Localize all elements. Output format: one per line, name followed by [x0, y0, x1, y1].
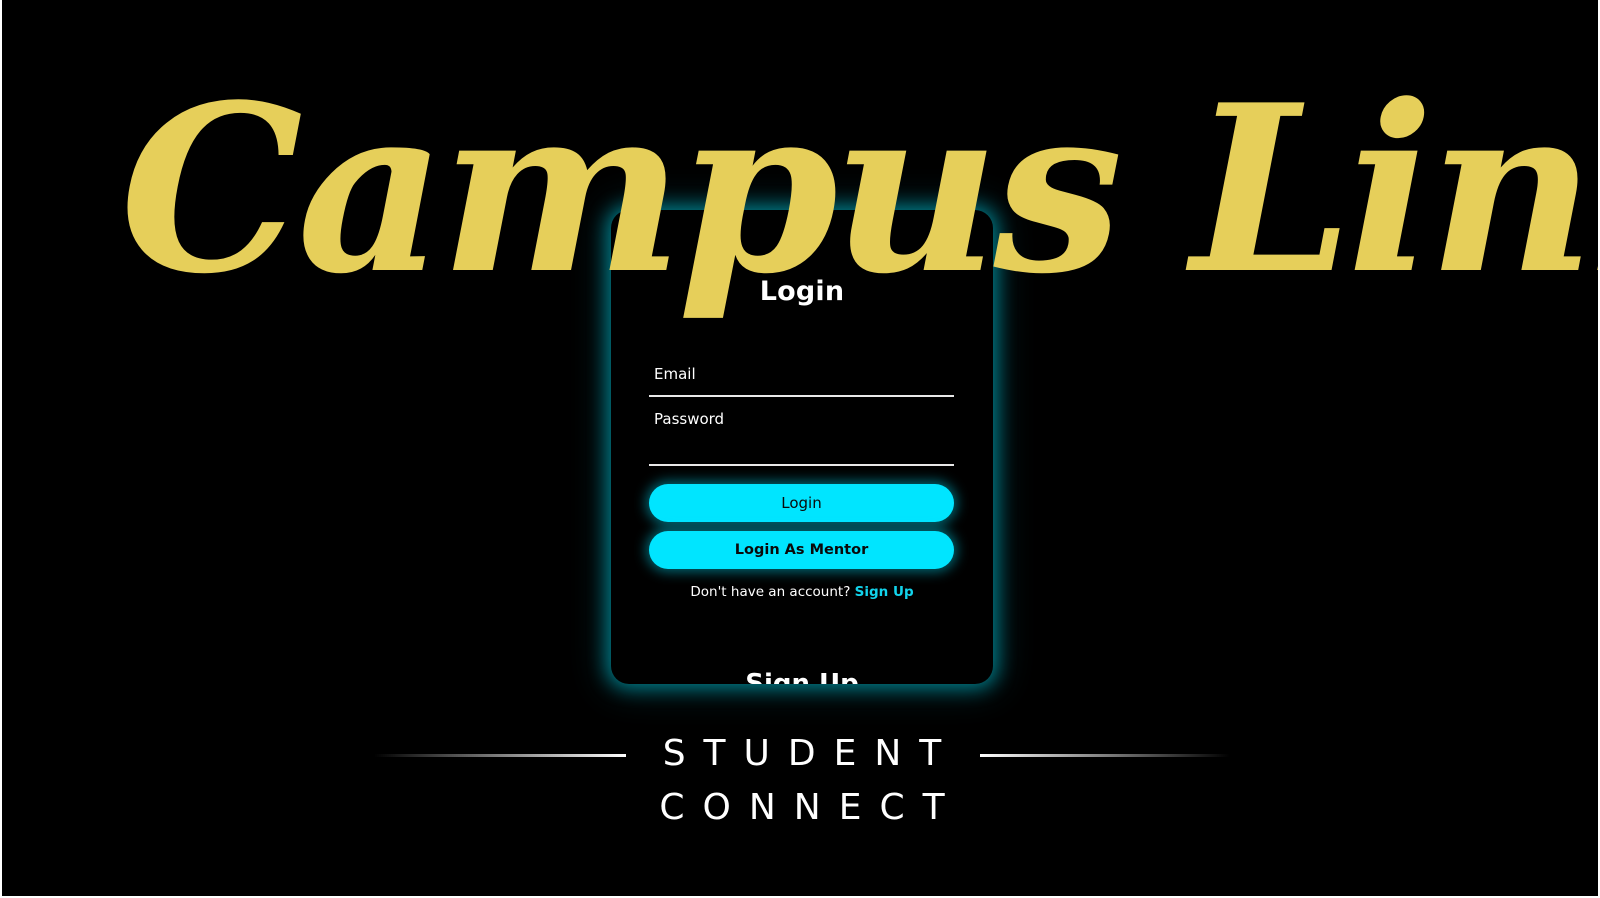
signup-panel-title: Sign Up: [745, 669, 859, 684]
background: Login Email Password Login Login As Ment…: [2, 0, 1598, 896]
signup-prompt: Don't have an account? Sign Up: [611, 584, 993, 600]
brand-script-title: Campus Link: [120, 55, 1598, 325]
page: Login Email Password Login Login As Ment…: [0, 0, 1600, 898]
login-as-mentor-button[interactable]: Login As Mentor: [649, 531, 954, 569]
password-field[interactable]: Password: [649, 396, 954, 466]
signup-link[interactable]: Sign Up: [855, 584, 914, 600]
login-button[interactable]: Login: [649, 484, 954, 522]
brand-logo: Campus Link: [120, 55, 1598, 325]
no-account-text: Don't have an account?: [690, 584, 851, 600]
tagline-connect: CONNECT: [659, 787, 963, 828]
password-label: Password: [654, 410, 725, 428]
tagline-student: STUDENT: [662, 733, 960, 774]
